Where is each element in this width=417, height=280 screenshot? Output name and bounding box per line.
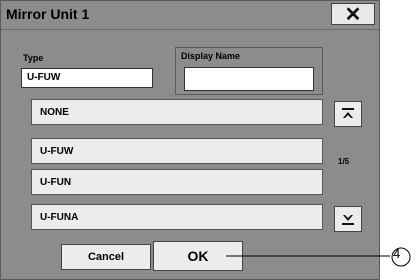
callout-digit: 4: [393, 246, 401, 261]
callout-number: ④ 4: [393, 246, 400, 261]
callout-leader-line: [226, 247, 411, 267]
